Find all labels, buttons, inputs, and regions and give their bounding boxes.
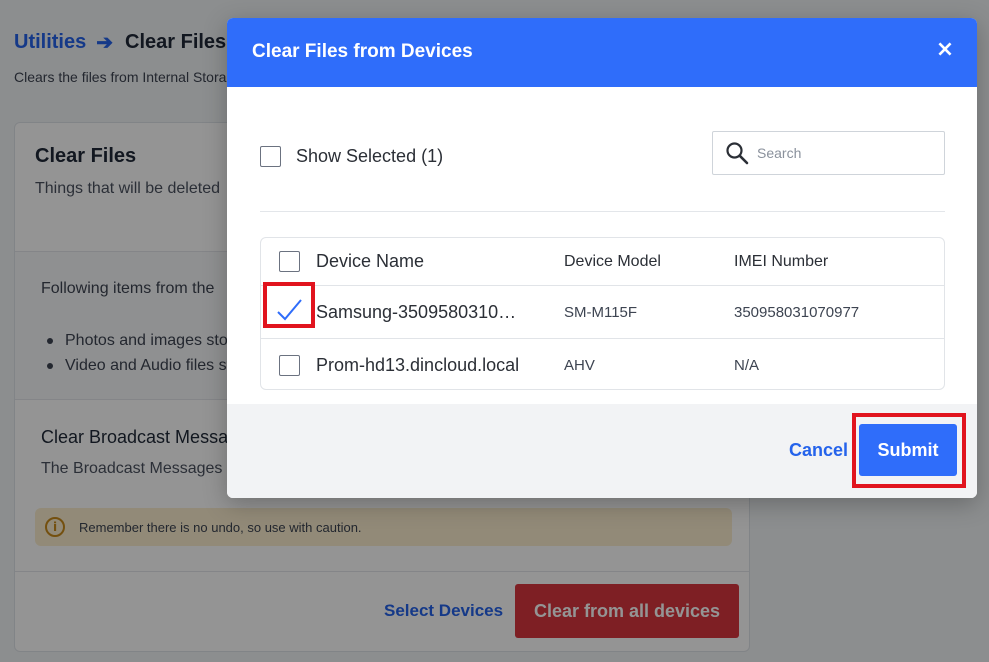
show-selected-label: Show Selected (1) [296, 146, 444, 166]
device-model: SM-M115F [564, 303, 638, 321]
search-icon [726, 142, 749, 165]
table-row[interactable]: Prom-hd13.dincloud.local AHV N/A [261, 338, 944, 389]
column-header-device-name[interactable]: Device Name [316, 251, 526, 272]
modal-header: Clear Files from Devices × [227, 18, 977, 87]
column-header-imei-number[interactable]: IMEI Number [734, 253, 828, 271]
devices-table: Device Name Device Model IMEI Number Sam… [260, 237, 945, 390]
row-checkbox[interactable] [279, 354, 300, 376]
modal-title: Clear Files from Devices [252, 41, 473, 62]
highlight-box-submit [852, 413, 966, 488]
cancel-button[interactable]: Cancel [789, 440, 848, 461]
table-header-row: Device Name Device Model IMEI Number [261, 238, 944, 285]
imei-number: 350958031070977 [734, 303, 860, 321]
column-header-device-model[interactable]: Device Model [564, 253, 661, 271]
device-name: Prom-hd13.dincloud.local [316, 354, 520, 375]
close-icon[interactable]: × [931, 36, 959, 64]
device-name: Samsung-350958031070977 [316, 301, 526, 322]
search-input[interactable] [757, 145, 937, 161]
imei-number: N/A [734, 356, 760, 374]
divider [260, 211, 945, 212]
search-box[interactable] [712, 131, 945, 175]
select-all-checkbox[interactable] [279, 251, 300, 272]
table-row[interactable]: Samsung-350958031070977 SM-M115F 3509580… [261, 285, 944, 338]
highlight-box-checkbox [263, 282, 315, 328]
device-model: AHV [564, 356, 595, 374]
show-selected-checkbox[interactable] [260, 146, 281, 167]
show-selected-toggle[interactable]: Show Selected (1) [260, 146, 443, 167]
